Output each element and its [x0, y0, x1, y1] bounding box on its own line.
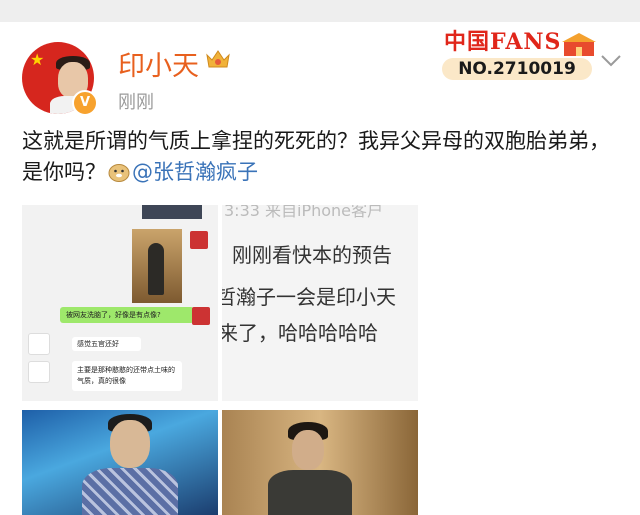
fans-logo: 中国FANS — [444, 29, 562, 55]
mention-link[interactable]: @张哲瀚疯子 — [132, 160, 258, 184]
star-icon: ★ — [30, 50, 45, 69]
screen-line: 哲瀚子一会是印小天 — [222, 285, 396, 309]
screen-line: 来了，哈哈哈哈哈 — [222, 321, 378, 345]
portrait-photo-image[interactable] — [222, 410, 418, 515]
chat-bubble-reply-2: 主要是那种憨憨的还带点土味的气质，真的很像 — [72, 361, 182, 391]
chevron-down-icon[interactable] — [600, 54, 622, 68]
doge-emoji-icon — [108, 164, 130, 182]
chat-photo — [132, 229, 182, 303]
chat-bubble-sent: 被网友洗脑了，好像是有点像? — [60, 307, 194, 323]
stage-photo-image[interactable] — [22, 410, 218, 515]
username[interactable]: 印小天 — [118, 44, 199, 83]
post-text: 这就是所谓的气质上拿捏的死死的？我异父异母的双胞胎弟弟，是你吗？ @张哲瀚疯子 — [22, 126, 622, 188]
screen-line: 3:33 来自iPhone客户 — [224, 205, 384, 220]
crown-icon — [206, 50, 230, 68]
top-bar — [0, 0, 640, 22]
fans-badge[interactable]: 中国FANS NO.2710019 — [422, 24, 598, 82]
screen-line: 刚刚看快本的预告 — [232, 243, 392, 267]
chat-screenshot-image[interactable]: 被网友洗脑了，好像是有点像? 感觉五官还好 主要是那种憨憨的还带点土味的气质，真… — [22, 205, 218, 401]
weibo-screenshot-image[interactable]: 3:33 来自iPhone客户 刚刚看快本的预告 哲瀚子一会是印小天 来了，哈哈… — [222, 205, 418, 401]
building-icon — [562, 33, 596, 56]
verified-v-icon: V — [72, 90, 98, 116]
post-timestamp: 刚刚 — [118, 92, 154, 113]
chat-bubble-reply-1: 感觉五官还好 — [72, 337, 141, 351]
fans-number: NO.2710019 — [442, 58, 592, 80]
